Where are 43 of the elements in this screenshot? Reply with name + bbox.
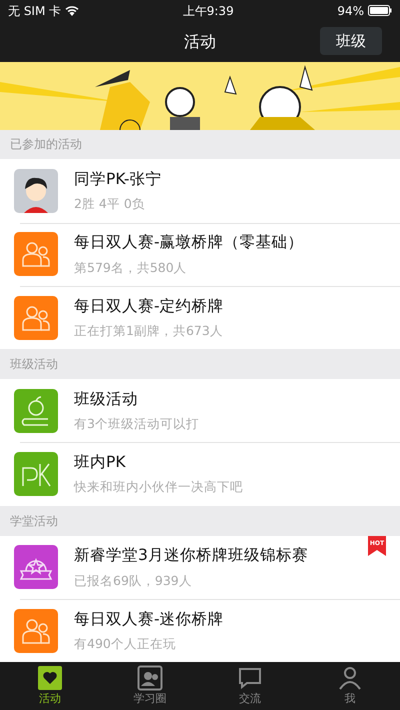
people-icon [14,296,58,340]
class-button[interactable]: 班级 [320,26,382,56]
battery-icon [368,5,392,16]
contacts-icon [137,664,163,691]
activity-row[interactable]: 班级活动 有3个班级活动可以打 [0,379,400,442]
activity-subtitle: 正在打第1副牌，共673人 [74,322,224,340]
page-title: 活动 [184,30,216,53]
person-icon [337,664,363,691]
tab-button[interactable]: 我 [300,662,400,710]
activity-title: 新睿学堂3月迷你桥牌班级锦标赛 [74,545,308,566]
activity-subtitle: 有490个人正在玩 [74,634,177,653]
section-header: 已参加的活动 [0,130,400,160]
carrier-text: 无 SIM 卡 [8,2,62,20]
activity-subtitle: 已报名69队，939人 [74,572,193,590]
activity-row[interactable]: 同学PK-张宁 2胜 4平 0负 [0,159,400,223]
activity-subtitle: 快来和班内小伙伴一决高下吧 [74,478,243,496]
people-icon [14,232,58,276]
activity-row[interactable]: 每日双人赛-迷你桥牌 有490个人正在玩 [0,598,400,662]
activity-title: 每日双人赛-定约桥牌 [74,296,224,317]
activity-subtitle: 第579名，共580人 [74,258,188,277]
tab-button[interactable]: 交流 [200,662,300,710]
avatar-icon [14,169,58,214]
medal-icon [14,545,58,590]
activity-title: 同学PK-张宁 [74,169,162,190]
section-header: 班级活动 [0,349,400,380]
pk-icon [14,452,58,496]
activity-row[interactable]: 每日双人赛-赢墩桥牌（零基础） 第579名，共580人 [0,222,400,286]
wifi-icon [65,5,80,16]
apple-book-icon [14,388,58,433]
activity-title: 班级活动 [74,388,139,410]
people-icon [14,608,58,653]
activity-title: 每日双人赛-迷你桥牌 [74,608,224,630]
activity-title: 班内PK [74,452,127,474]
tab-button[interactable]: 学习圈 [100,662,200,710]
activity-subtitle: 2胜 4平 0负 [74,195,146,214]
activity-title: 每日双人赛-赢墩桥牌（零基础） [74,232,304,254]
activity-row[interactable]: 班内PK 快来和班内小伙伴一决高下吧 [0,442,400,506]
section-header: 学堂活动 [0,506,400,536]
tab-button[interactable]: 活动 [0,662,100,710]
activity-row[interactable]: 每日双人赛-定约桥牌 正在打第1副牌，共673人 [0,286,400,350]
time-text: 上午9:39 [182,2,234,20]
battery-text: 94% [337,2,364,20]
activity-subtitle: 有3个班级活动可以打 [74,415,199,434]
